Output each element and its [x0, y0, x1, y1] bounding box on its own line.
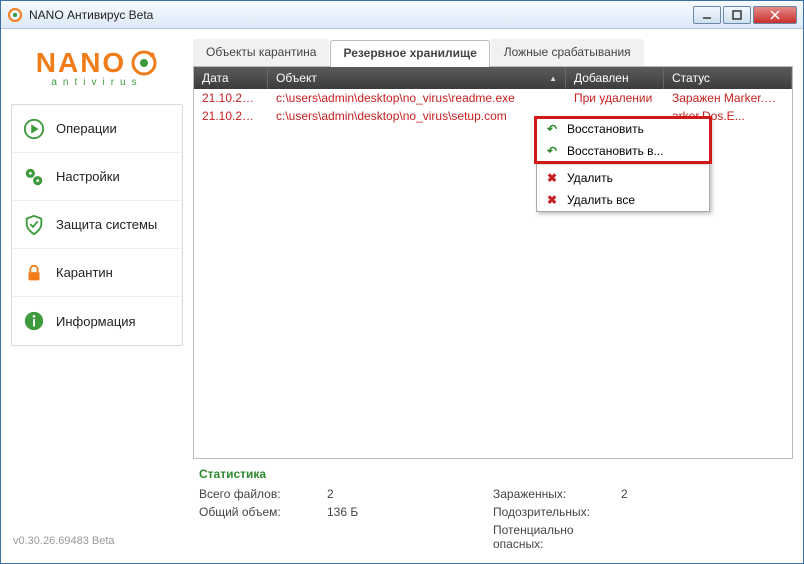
gears-icon [22, 165, 46, 189]
nav-label: Настройки [56, 169, 120, 184]
context-menu: ↶ Восстановить ↶ Восстановить в... ✖ Уда… [536, 117, 710, 212]
ctx-restore[interactable]: ↶ Восстановить [537, 118, 709, 140]
window-buttons [693, 6, 797, 24]
close-button[interactable] [753, 6, 797, 24]
stat-value: 2 [327, 487, 334, 501]
col-added[interactable]: Добавлен [566, 67, 664, 89]
cell-date: 21.10.2015 [194, 91, 268, 105]
col-date[interactable]: Дата [194, 67, 268, 89]
maximize-button[interactable] [723, 6, 751, 24]
ctx-label: Восстановить [567, 122, 644, 136]
delete-icon: ✖ [545, 193, 559, 207]
tabs: Объекты карантина Резервное хранилище Ло… [193, 39, 793, 67]
nav-label: Карантин [56, 265, 113, 280]
minimize-button[interactable] [693, 6, 721, 24]
window-title: NANO Антивирус Beta [29, 8, 693, 22]
play-icon [22, 117, 46, 141]
cell-status: Заражен Marker.Dos.E... [664, 91, 792, 105]
app-icon [7, 7, 23, 23]
table-body: 21.10.2015 c:\users\admin\desktop\no_vir… [194, 89, 792, 458]
ctx-label: Восстановить в... [567, 144, 664, 158]
titlebar[interactable]: NANO Антивирус Beta [1, 1, 803, 29]
stat-label: Общий объем: [199, 505, 319, 519]
tab-backup-storage[interactable]: Резервное хранилище [330, 40, 489, 67]
stat-label: Подозрительных: [493, 505, 613, 519]
cell-date: 21.10.2015 [194, 109, 268, 123]
nav-label: Операции [56, 121, 117, 136]
shield-icon [22, 213, 46, 237]
ctx-restore-to[interactable]: ↶ Восстановить в... [537, 140, 709, 162]
nav-label: Информация [56, 314, 136, 329]
nav-label: Защита системы [56, 217, 157, 232]
stat-value: 2 [621, 487, 628, 501]
logo-text: NANO [36, 47, 126, 79]
stat-label: Всего файлов: [199, 487, 319, 501]
nav-item-protection[interactable]: Защита системы [12, 201, 182, 249]
cell-added: При удалении [566, 91, 664, 105]
table-header: Дата Объект Добавлен Статус [194, 67, 792, 89]
logo-icon [130, 49, 158, 77]
stat-label: Потенциально опасных: [493, 523, 613, 551]
stats-title: Статистика [199, 467, 787, 481]
ctx-separator [537, 164, 709, 165]
lock-icon [22, 261, 46, 285]
client-area: NANO antivirus Операции Настройки [1, 29, 803, 563]
delete-icon: ✖ [545, 171, 559, 185]
sidebar: NANO antivirus Операции Настройки [11, 39, 183, 553]
nav-item-info[interactable]: Информация [12, 297, 182, 345]
cell-object: c:\users\admin\desktop\no_virus\setup.co… [268, 109, 566, 123]
nav: Операции Настройки Защита системы Карант… [11, 104, 183, 346]
version-label: v0.30.26.69483 Beta [11, 529, 183, 553]
main-panel: Объекты карантина Резервное хранилище Ло… [193, 39, 793, 553]
ctx-label: Удалить [567, 171, 613, 185]
tab-false-positives[interactable]: Ложные срабатывания [491, 39, 644, 66]
stat-label: Зараженных: [493, 487, 613, 501]
col-object[interactable]: Объект [268, 67, 566, 89]
nav-item-settings[interactable]: Настройки [12, 153, 182, 201]
ctx-label: Удалить все [567, 193, 635, 207]
logo-subtitle: antivirus [51, 77, 142, 88]
ctx-delete-all[interactable]: ✖ Удалить все [537, 189, 709, 211]
col-status[interactable]: Статус [664, 67, 792, 89]
info-icon [22, 309, 46, 333]
table-row[interactable]: 21.10.2015 c:\users\admin\desktop\no_vir… [194, 89, 792, 107]
nav-item-quarantine[interactable]: Карантин [12, 249, 182, 297]
app-window: NANO Антивирус Beta NANO antivirus [0, 0, 804, 564]
logo: NANO antivirus [11, 47, 183, 88]
stats-panel: Статистика Всего файлов: 2 Общий объем: 13… [193, 459, 793, 553]
nav-item-operations[interactable]: Операции [12, 105, 182, 153]
restore-icon: ↶ [545, 122, 559, 136]
table: Дата Объект Добавлен Статус 21.10.2015 c… [193, 67, 793, 459]
ctx-delete[interactable]: ✖ Удалить [537, 167, 709, 189]
restore-icon: ↶ [545, 144, 559, 158]
stat-value: 136 Б [327, 505, 358, 519]
cell-object: c:\users\admin\desktop\no_virus\readme.e… [268, 91, 566, 105]
tab-quarantine-objects[interactable]: Объекты карантина [193, 39, 329, 66]
